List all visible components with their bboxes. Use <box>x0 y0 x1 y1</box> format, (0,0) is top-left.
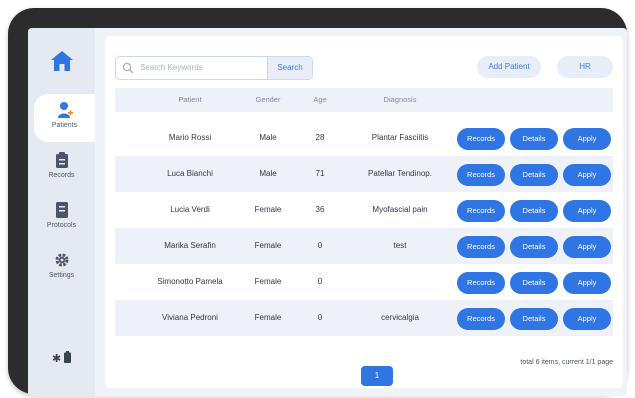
sidebar: Patients Records Protocols Settings ✱ <box>28 28 95 396</box>
main-panel: Search Keywords Search Add Patient HR Pa… <box>105 36 623 388</box>
patient-gender: Female <box>254 241 282 250</box>
search-button[interactable]: Search <box>267 57 312 79</box>
header-patient: Patient <box>178 95 202 104</box>
protocols-icon <box>55 202 68 218</box>
patient-age: 0 <box>317 277 323 286</box>
status-icons: ✱ <box>52 351 72 365</box>
patient-diagnosis: cervicalgia <box>381 313 419 322</box>
header-age: Age <box>313 95 327 104</box>
sidebar-item-label: Settings <box>48 272 75 279</box>
patient-name: Marika Serafin <box>164 241 216 250</box>
app-screen: Patients Records Protocols Settings ✱ Se… <box>28 28 627 396</box>
search-input[interactable]: Search Keywords <box>140 63 203 72</box>
patient-age: 0 <box>317 241 323 250</box>
patient-gender: Male <box>259 133 277 142</box>
patient-diagnosis: test <box>393 241 407 250</box>
records-button[interactable]: Records <box>457 236 505 258</box>
details-button[interactable]: Details <box>510 272 558 294</box>
patient-gender: Female <box>254 277 282 286</box>
header-gender: Gender <box>255 95 281 104</box>
sidebar-item-label: Patients <box>51 122 78 129</box>
table-row: Lucia Verdi Female 36 Myofascial pain Re… <box>115 192 613 228</box>
patient-icon <box>57 102 73 118</box>
patient-name: Lucia Verdi <box>170 205 210 214</box>
patient-name: Luca Bianchi <box>167 169 213 178</box>
battery-icon <box>64 351 72 363</box>
apply-button[interactable]: Apply <box>563 308 611 330</box>
apply-button[interactable]: Apply <box>563 236 611 258</box>
records-button[interactable]: Records <box>457 164 505 186</box>
details-button[interactable]: Details <box>510 308 558 330</box>
records-button[interactable]: Records <box>457 308 505 330</box>
sidebar-item-protocols[interactable]: Protocols <box>28 194 95 242</box>
table-row: Marika Serafin Female 0 test Records Det… <box>115 228 613 264</box>
patient-age: 71 <box>315 169 325 178</box>
patient-name: Mario Rossi <box>168 133 212 142</box>
page-button[interactable]: 1 <box>361 366 393 386</box>
hr-button[interactable]: HR <box>557 56 613 78</box>
search-bar: Search Keywords Search <box>115 56 313 80</box>
records-button[interactable]: Records <box>457 272 505 294</box>
records-button[interactable]: Records <box>457 128 505 150</box>
details-button[interactable]: Details <box>510 164 558 186</box>
table-header: Patient Gender Age Diagnosis <box>115 88 613 112</box>
apply-button[interactable]: Apply <box>563 272 611 294</box>
search-icon <box>122 62 134 74</box>
patient-gender: Male <box>259 169 277 178</box>
apply-button[interactable]: Apply <box>563 164 611 186</box>
tablet-frame: Patients Records Protocols Settings ✱ Se… <box>8 8 627 396</box>
records-icon <box>55 152 68 168</box>
details-button[interactable]: Details <box>510 200 558 222</box>
patient-age: 36 <box>315 205 325 214</box>
patient-diagnosis: Myofascial pain <box>372 205 428 214</box>
add-patient-button[interactable]: Add Patient <box>477 56 541 78</box>
patient-gender: Female <box>254 313 282 322</box>
patient-diagnosis: Plantar Fasciitis <box>371 133 429 142</box>
sidebar-item-label: Records <box>48 172 75 179</box>
pagination-summary: total 6 items, current 1/1 page <box>520 359 613 366</box>
home-icon[interactable] <box>49 48 75 74</box>
patient-diagnosis: Patellar Tendinop. <box>368 169 432 178</box>
records-button[interactable]: Records <box>457 200 505 222</box>
sidebar-item-patients[interactable]: Patients <box>34 94 95 142</box>
table-row: Viviana Pedroni Female 0 cervicalgia Rec… <box>115 300 613 336</box>
apply-button[interactable]: Apply <box>563 128 611 150</box>
details-button[interactable]: Details <box>510 128 558 150</box>
apply-button[interactable]: Apply <box>563 200 611 222</box>
sidebar-item-settings[interactable]: Settings <box>28 244 95 292</box>
sidebar-item-records[interactable]: Records <box>28 144 95 192</box>
gear-icon <box>55 253 68 267</box>
patient-age: 28 <box>315 133 325 142</box>
patient-age: 0 <box>317 313 323 322</box>
header-diagnosis: Diagnosis <box>383 95 417 104</box>
patient-name: Simonotto Pamela <box>157 277 223 286</box>
patient-name: Viviana Pedroni <box>162 313 218 322</box>
details-button[interactable]: Details <box>510 236 558 258</box>
bluetooth-icon: ✱ <box>52 353 62 365</box>
patient-gender: Female <box>254 205 282 214</box>
table-row: Luca Bianchi Male 71 Patellar Tendinop. … <box>115 156 613 192</box>
table-row: Simonotto Pamela Female 0 Records Detail… <box>115 264 613 300</box>
sidebar-item-label: Protocols <box>46 222 77 229</box>
table-row: Mario Rossi Male 28 Plantar Fasciitis Re… <box>115 120 613 156</box>
